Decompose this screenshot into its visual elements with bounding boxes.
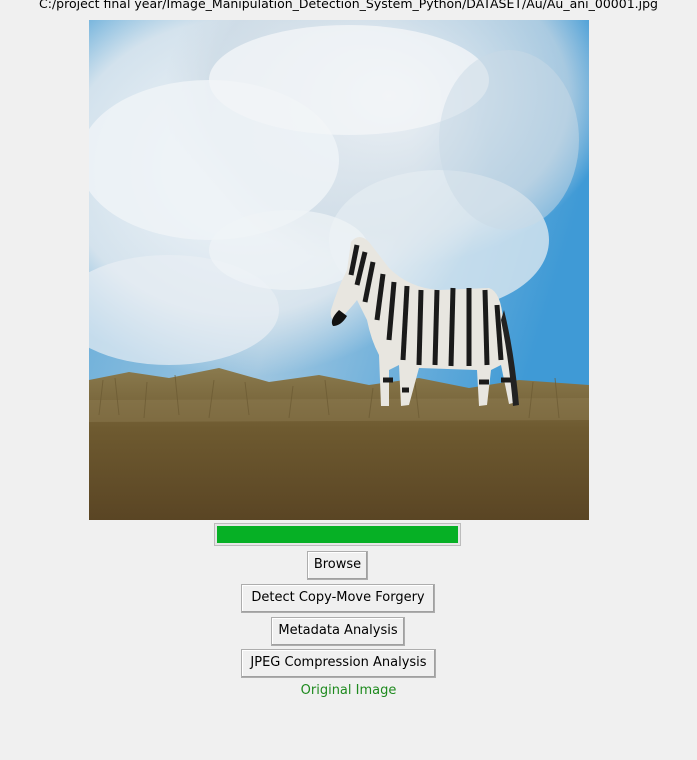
browse-button[interactable]: Browse xyxy=(307,551,368,580)
result-status-label: Original Image xyxy=(300,683,397,698)
progress-fill xyxy=(217,526,458,543)
progress-bar xyxy=(214,523,461,546)
file-path-label: C:/project final year/Image_Manipulation… xyxy=(39,0,658,11)
jpeg-compression-button[interactable]: JPEG Compression Analysis xyxy=(241,649,436,678)
zebra-photo xyxy=(89,20,589,520)
metadata-analysis-button[interactable]: Metadata Analysis xyxy=(271,617,405,646)
image-preview xyxy=(89,20,589,520)
detect-copy-move-button[interactable]: Detect Copy-Move Forgery xyxy=(241,584,435,613)
app-window: C:/project final year/Image_Manipulation… xyxy=(0,0,697,760)
